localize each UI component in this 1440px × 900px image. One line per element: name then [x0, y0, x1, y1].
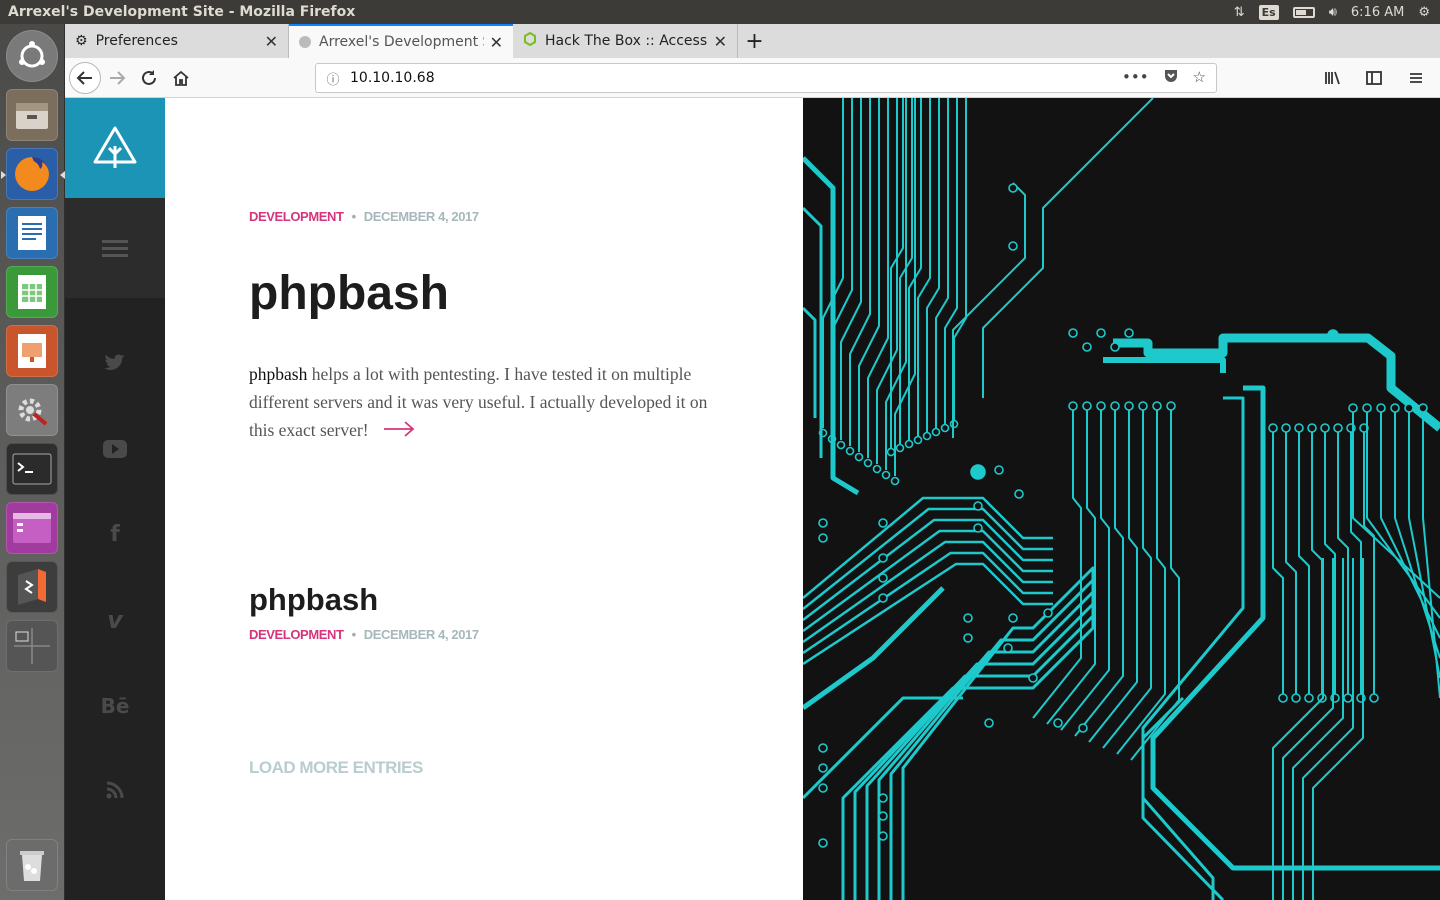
clock[interactable]: 6:16 AM [1351, 5, 1404, 20]
tab-label: Hack The Box :: Access [545, 33, 708, 49]
tab-label: Arrexel's Development S [319, 34, 484, 50]
system-settings-icon[interactable] [6, 384, 58, 436]
new-tab-button[interactable]: + [737, 24, 771, 58]
tab-label: Preferences [95, 33, 178, 49]
htb-icon [523, 31, 537, 50]
rss-icon[interactable] [65, 780, 165, 800]
volume-icon[interactable]: 🔊︎ [1329, 5, 1337, 20]
meta-separator: • [351, 627, 357, 642]
reload-button[interactable] [133, 62, 165, 94]
tab-hack-the-box[interactable]: Hack The Box :: Access ✕ [513, 24, 737, 58]
site-icon [299, 36, 311, 48]
post-category-link[interactable]: DEVELOPMENT [249, 209, 344, 224]
network-icon[interactable]: ⇅ [1234, 5, 1245, 20]
site-sidebar: f v Bē [65, 98, 165, 900]
close-tab-icon[interactable]: ✕ [714, 32, 727, 51]
meta-separator: • [351, 209, 357, 224]
sublime-text-icon[interactable] [6, 561, 58, 613]
post-date: DECEMBER 4, 2017 [363, 209, 479, 224]
post-title-link[interactable]: phpbash [249, 582, 378, 618]
content-column: DEVELOPMENT • DECEMBER 4, 2017 phpbash php… [165, 98, 803, 900]
excerpt-text: helps a lot with pentesting. I have test… [249, 364, 708, 440]
library-icon[interactable] [1316, 62, 1348, 94]
twitter-icon[interactable] [65, 354, 165, 372]
libreoffice-calc-icon[interactable] [6, 266, 58, 318]
hamburger-menu-icon[interactable] [1400, 62, 1432, 94]
home-button[interactable] [165, 62, 197, 94]
tab-bar: ⚙ Preferences ✕ Arrexel's Development S … [65, 24, 1440, 58]
back-button[interactable] [69, 61, 101, 94]
trash-icon[interactable] [6, 839, 58, 891]
close-tab-icon[interactable]: ✕ [265, 32, 278, 51]
url-text[interactable]: 10.10.10.68 [350, 70, 435, 86]
sidebar-toggle-icon[interactable] [1358, 62, 1390, 94]
navigation-toolbar: ⓘ 10.10.10.68 ••• ☆ [65, 58, 1440, 98]
workspaces-icon[interactable] [6, 620, 58, 672]
pocket-icon[interactable] [1163, 68, 1179, 88]
gear-icon: ⚙ [75, 33, 88, 49]
launcher [0, 24, 65, 900]
load-more-button[interactable]: LOAD MORE ENTRIES [249, 758, 423, 778]
close-tab-icon[interactable]: ✕ [490, 33, 503, 52]
libreoffice-impress-icon[interactable] [6, 325, 58, 377]
post-title-link[interactable]: phpbash [249, 266, 449, 321]
post-category-link[interactable]: DEVELOPMENT [249, 627, 344, 642]
excerpt-strong: phpbash [249, 364, 308, 384]
tab-arrexel-site[interactable]: Arrexel's Development S ✕ [289, 24, 513, 58]
page-actions-icon[interactable]: ••• [1122, 68, 1149, 88]
post-date: DECEMBER 4, 2017 [363, 627, 479, 642]
dash-home-icon[interactable] [6, 30, 58, 82]
facebook-icon[interactable]: f [65, 522, 165, 547]
tab-preferences[interactable]: ⚙ Preferences ✕ [65, 24, 289, 58]
files-icon[interactable] [6, 89, 58, 141]
site-menu-button[interactable] [65, 198, 165, 298]
youtube-icon[interactable] [65, 440, 165, 458]
terminal-icon[interactable] [6, 443, 58, 495]
vimeo-icon[interactable]: v [65, 606, 165, 634]
forward-button[interactable] [101, 62, 133, 94]
power-gear-icon[interactable]: ⚙ [1418, 5, 1430, 20]
web-page: f v Bē DEVELOPMENT • DECEMBER 4, 2017 phpb… [65, 98, 1440, 900]
post-excerpt: phpbash helps a lot with pentesting. I h… [249, 360, 729, 446]
purple-app-icon[interactable] [6, 502, 58, 554]
window-title: Arrexel's Development Site - Mozilla Fir… [8, 4, 356, 20]
battery-icon[interactable] [1292, 6, 1315, 18]
top-panel: Arrexel's Development Site - Mozilla Fir… [0, 0, 1440, 24]
circuit-hero-image [803, 98, 1440, 900]
site-logo[interactable] [65, 98, 165, 198]
post-meta: DEVELOPMENT • DECEMBER 4, 2017 [249, 627, 479, 642]
url-bar[interactable]: ⓘ 10.10.10.68 ••• ☆ [315, 63, 1217, 93]
read-more-arrow-icon[interactable] [383, 418, 415, 446]
libreoffice-writer-icon[interactable] [6, 207, 58, 259]
post-meta: DEVELOPMENT • DECEMBER 4, 2017 [249, 209, 479, 224]
hamburger-icon [102, 236, 128, 261]
firefox-icon[interactable] [1, 148, 65, 200]
indicator-area: ⇅ Es 🔊︎ 6:16 AM ⚙ [1234, 4, 1440, 20]
circuit-board-illustration [803, 98, 1440, 900]
keyboard-layout-badge[interactable]: Es [1258, 4, 1279, 20]
bookmark-star-icon[interactable]: ☆ [1193, 68, 1206, 88]
behance-icon[interactable]: Bē [65, 694, 165, 718]
site-info-icon[interactable]: ⓘ [316, 69, 350, 88]
